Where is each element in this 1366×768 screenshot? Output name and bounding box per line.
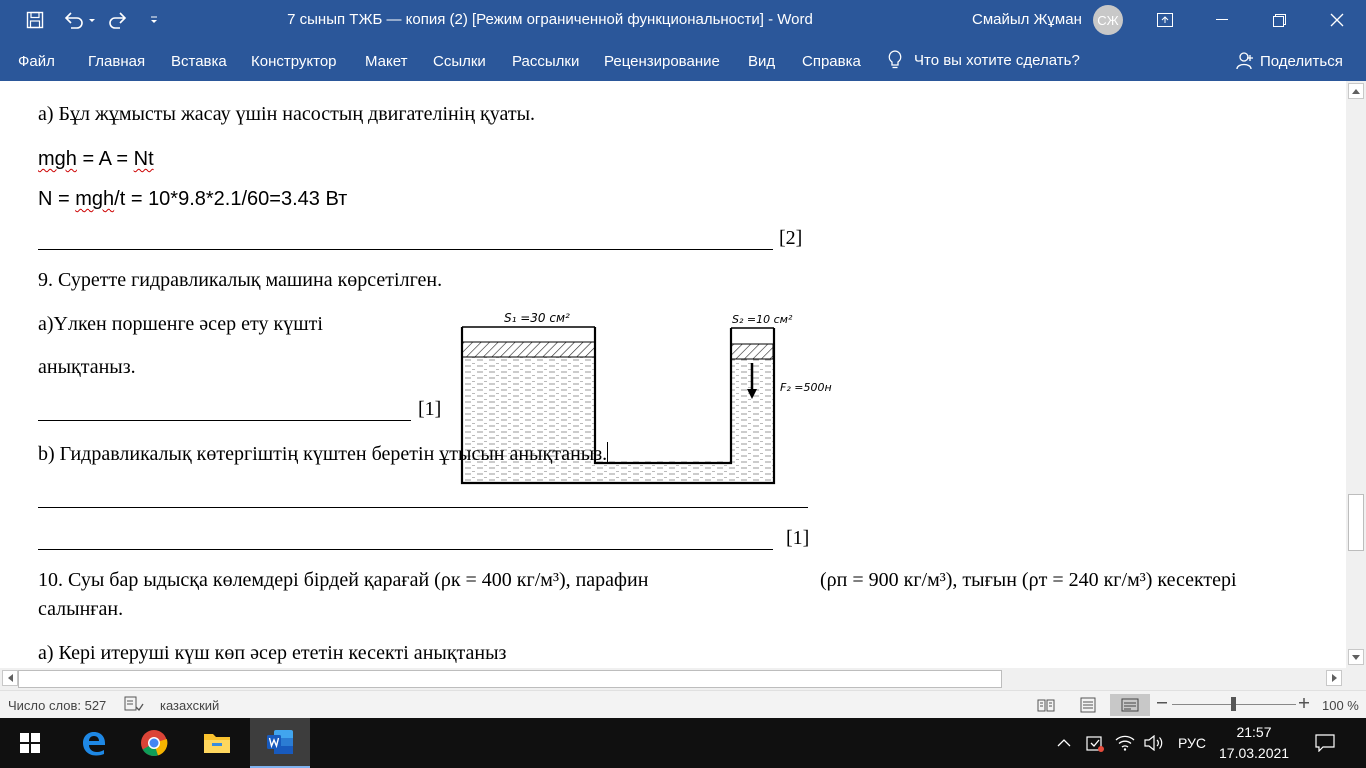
clock-time: 21:57 <box>1236 724 1272 740</box>
tab-mailings[interactable]: Рассылки <box>512 53 579 70</box>
lightbulb-icon <box>888 50 902 69</box>
minimize-icon[interactable] <box>1194 0 1250 40</box>
restore-icon[interactable] <box>1251 0 1307 40</box>
tab-layout[interactable]: Макет <box>365 53 407 70</box>
person-icon <box>1236 52 1253 70</box>
avatar[interactable]: СЖ <box>1093 5 1123 35</box>
title-bar: 7 сынып ТЖБ — копия (2) [Режим ограничен… <box>0 0 1366 40</box>
question-9b-text: b) Гидравликалық көтергіштің күштен бере… <box>38 443 608 465</box>
file-explorer-icon[interactable] <box>187 718 247 768</box>
input-language[interactable]: РУС <box>1172 718 1212 768</box>
security-icon[interactable] <box>1082 718 1108 768</box>
spell-nt: Nt <box>133 148 154 170</box>
clock[interactable]: 21:57 17.03.2021 <box>1219 722 1289 764</box>
scroll-right-icon[interactable] <box>1326 670 1342 686</box>
save-icon[interactable] <box>20 0 50 40</box>
taskbar: РУС 21:57 17.03.2021 <box>0 718 1366 768</box>
user-name[interactable]: Смайыл Жұман <box>972 11 1082 28</box>
scroll-thumb[interactable] <box>1348 494 1364 551</box>
show-hidden-icons-icon[interactable] <box>1052 718 1076 768</box>
question-10-left: 10. Суы бар ыдысқа көлемдері бірдей қара… <box>38 569 649 591</box>
vertical-scrollbar[interactable] <box>1346 81 1366 668</box>
status-bar: Число слов: 527 казахский 100 % <box>0 690 1366 718</box>
question-9a-line1: а)Үлкен поршенге әсер ету күшті <box>38 313 323 335</box>
tab-home[interactable]: Главная <box>88 53 145 70</box>
tab-review[interactable]: Рецензирование <box>604 53 720 70</box>
proofing-icon[interactable] <box>124 696 144 715</box>
answer-line <box>38 507 808 508</box>
doc-line-power: а) Бұл жұмысты жасау үшін насостың двига… <box>38 103 536 125</box>
label-s2: S₂ =10 см² <box>732 313 793 326</box>
label-s1: S₁ =30 см² <box>504 311 570 325</box>
zoom-in-icon[interactable] <box>1298 696 1310 713</box>
scroll-down-icon[interactable] <box>1348 649 1364 665</box>
formula2-a: N = <box>38 188 76 210</box>
answer-line <box>38 420 411 421</box>
print-layout-icon[interactable] <box>1068 694 1108 716</box>
hscroll-thumb[interactable] <box>18 670 1002 688</box>
share-label: Поделиться <box>1260 52 1343 70</box>
close-icon[interactable] <box>1309 0 1365 40</box>
window-title: 7 сынып ТЖБ — копия (2) [Режим ограничен… <box>287 11 813 28</box>
customize-toolbar-icon[interactable] <box>144 0 164 40</box>
horizontal-scrollbar[interactable] <box>0 668 1346 690</box>
spell-mgh-2: mgh <box>75 188 115 210</box>
tell-me-label: Что вы хотите сделать? <box>914 51 1080 69</box>
score-1a: [1] <box>418 398 442 420</box>
word-taskbar-icon[interactable] <box>250 718 310 768</box>
spell-mgh: mgh <box>38 148 77 170</box>
question-10a: а) Кері итеруші күш көп әсер ететін кесе… <box>38 642 507 664</box>
tab-help[interactable]: Справка <box>802 53 861 70</box>
zoom-level[interactable]: 100 % <box>1322 698 1359 713</box>
windows-start-icon[interactable] <box>0 718 60 768</box>
question-9: 9. Суретте гидравликалық машина көрсетіл… <box>38 269 443 291</box>
ribbon-tabs: Файл Главная Вставка Конструктор Макет С… <box>0 40 1366 81</box>
score-1b: [1] <box>786 527 810 549</box>
scroll-left-icon[interactable] <box>2 670 18 686</box>
edge-icon[interactable] <box>64 718 124 768</box>
answer-line <box>38 249 773 250</box>
question-9b: b) Гидравликалық көтергіштің күштен бере… <box>38 442 609 466</box>
word-count[interactable]: Число слов: 527 <box>8 698 106 713</box>
label-f2: F₂ =500н <box>780 381 832 394</box>
web-layout-icon[interactable] <box>1110 694 1150 716</box>
formula2-c: /t = 10*9.8*2.1/60=3.43 Вт <box>114 188 348 210</box>
tab-design[interactable]: Конструктор <box>251 53 337 70</box>
tab-view[interactable]: Вид <box>748 53 775 70</box>
text-cursor <box>607 442 609 464</box>
doc-formula-2: N = mgh/t = 10*9.8*2.1/60=3.43 Вт <box>38 188 347 211</box>
volume-icon[interactable] <box>1141 718 1167 768</box>
zoom-out-icon[interactable] <box>1156 696 1168 713</box>
tab-insert[interactable]: Вставка <box>171 53 227 70</box>
notifications-icon[interactable] <box>1308 718 1342 768</box>
language[interactable]: казахский <box>160 698 219 713</box>
network-icon[interactable] <box>1112 718 1138 768</box>
document-page[interactable]: а) Бұл жұмысты жасау үшін насостың двига… <box>0 81 1346 668</box>
answer-line <box>38 549 773 550</box>
doc-formula-1: mgh = A = Nt <box>38 148 154 171</box>
formula1-mid: = A = <box>76 148 134 170</box>
chrome-icon[interactable] <box>124 718 184 768</box>
share-button[interactable]: Поделиться <box>1236 52 1343 70</box>
zoom-slider-thumb[interactable] <box>1231 697 1236 711</box>
clock-date: 17.03.2021 <box>1219 745 1290 761</box>
scroll-up-icon[interactable] <box>1348 83 1364 99</box>
tell-me-box[interactable]: Что вы хотите сделать? <box>888 50 1080 70</box>
question-9a-line2: анықтаныз. <box>38 356 136 378</box>
undo-icon[interactable] <box>60 0 98 40</box>
tab-file[interactable]: Файл <box>18 53 55 70</box>
ribbon-display-options-icon[interactable] <box>1137 0 1193 40</box>
score-2: [2] <box>779 227 803 249</box>
question-10-line2: салынған. <box>38 598 124 620</box>
redo-icon[interactable] <box>104 0 134 40</box>
tab-references[interactable]: Ссылки <box>433 53 486 70</box>
question-10-right: (ρп = 900 кг/м³), тығын (ρт = 240 кг/м³)… <box>820 569 1237 591</box>
scrollbar-corner <box>1346 668 1366 690</box>
read-mode-icon[interactable] <box>1026 694 1066 716</box>
